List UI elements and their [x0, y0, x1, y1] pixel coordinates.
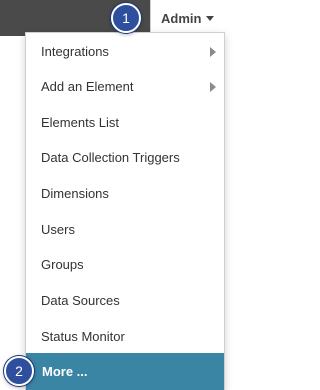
menu-item-label: More ... [42, 364, 88, 379]
admin-menu-label: Admin [161, 10, 202, 26]
menu-item-groups[interactable]: Groups [26, 247, 224, 282]
callout-badge-2: 2 [4, 356, 34, 386]
menu-item-elements-list[interactable]: Elements List [26, 105, 224, 140]
callout-number: 2 [15, 363, 23, 379]
menu-item-label: Dimensions [41, 186, 109, 201]
chevron-right-icon [210, 46, 216, 57]
menu-item-dimensions[interactable]: Dimensions [26, 176, 224, 211]
menu-item-data-collection-triggers[interactable]: Data Collection Triggers [26, 140, 224, 175]
admin-menu-button[interactable]: Admin [150, 0, 227, 36]
menu-item-users[interactable]: Users [26, 212, 224, 247]
menu-item-data-sources[interactable]: Data Sources [26, 283, 224, 318]
menu-item-status-monitor[interactable]: Status Monitor [26, 319, 224, 354]
callout-number: 1 [122, 10, 130, 26]
menu-item-label: Add an Element [41, 79, 134, 94]
callout-badge-1: 1 [111, 3, 141, 33]
menu-item-integrations[interactable]: Integrations [26, 34, 224, 69]
menu-item-label: Data Sources [41, 293, 120, 308]
menu-item-label: Status Monitor [41, 329, 125, 344]
menu-item-add-an-element[interactable]: Add an Element [26, 69, 224, 104]
menu-item-label: Data Collection Triggers [41, 150, 180, 165]
menu-item-label: Users [41, 222, 75, 237]
admin-dropdown-menu: Integrations Add an Element Elements Lis… [25, 32, 225, 390]
menu-item-label: Groups [41, 257, 84, 272]
menu-item-label: Elements List [41, 115, 120, 130]
menu-item-label: Integrations [41, 44, 109, 59]
menu-item-more[interactable]: More ... [26, 353, 224, 390]
caret-down-icon [206, 15, 215, 21]
chevron-right-icon [210, 81, 216, 92]
